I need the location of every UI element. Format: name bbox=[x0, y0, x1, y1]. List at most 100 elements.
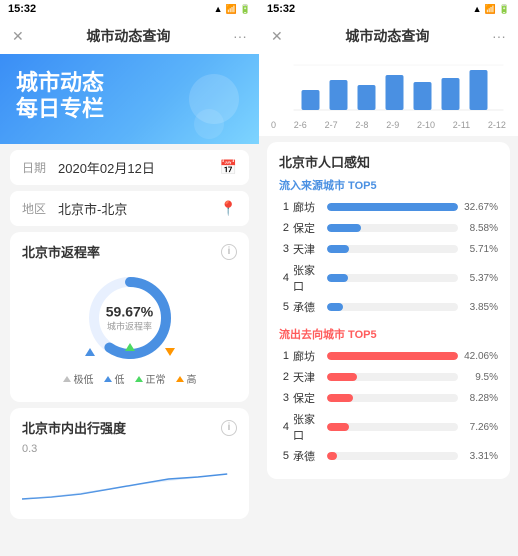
bar-track bbox=[327, 452, 458, 460]
more-icon[interactable]: ··· bbox=[233, 28, 247, 44]
bar-rank: 1 bbox=[279, 350, 289, 362]
legend-label-4: 高 bbox=[187, 371, 197, 386]
population-card: 北京市人口感知 流入来源城市 TOP5 1 廊坊 32.67% 2 保定 8.5… bbox=[267, 142, 510, 479]
outflow-bars: 1 廊坊 42.06% 2 天津 9.5% 3 保定 8.28% bbox=[279, 348, 498, 464]
right-scroll[interactable]: 0 2-6 2-7 2-8 2-9 2-10 2-11 2-12 北京市人口感知… bbox=[259, 54, 518, 556]
bar-value: 32.67% bbox=[462, 202, 498, 213]
legend-item-4: 高 bbox=[176, 371, 197, 386]
tri-top-center bbox=[125, 343, 135, 351]
legend-item-3: 正常 bbox=[135, 371, 166, 386]
region-field[interactable]: 地区 北京市-北京 📍 bbox=[10, 191, 249, 226]
bar-fill bbox=[327, 274, 348, 282]
axis-label-6: 2-11 bbox=[453, 120, 470, 130]
bar-track bbox=[327, 423, 458, 431]
bar-name: 廊坊 bbox=[293, 348, 323, 364]
bar-track bbox=[327, 394, 458, 402]
bar-row: 1 廊坊 32.67% bbox=[279, 199, 498, 215]
status-bar-left: 15:32 ▲ 📶 🔋 bbox=[0, 0, 259, 18]
axis-label-5: 2-10 bbox=[417, 120, 435, 130]
signal-icon-right: 📶 bbox=[485, 4, 496, 15]
bar-rank: 5 bbox=[279, 450, 289, 462]
bar-name: 承德 bbox=[293, 448, 323, 464]
bar-value: 3.31% bbox=[462, 451, 498, 462]
bar-value: 8.58% bbox=[462, 223, 498, 234]
bar-row: 5 承德 3.31% bbox=[279, 448, 498, 464]
bar-value: 42.06% bbox=[462, 351, 498, 362]
bar-fill bbox=[327, 352, 458, 360]
bar-name: 天津 bbox=[293, 369, 323, 385]
mobility-title: 北京市内出行强度 bbox=[22, 418, 126, 437]
donut-container: 59.67% 城市返程率 极低 bbox=[22, 267, 237, 392]
bar-row: 3 天津 5.71% bbox=[279, 241, 498, 257]
tri-bottom-right bbox=[165, 348, 175, 356]
donut-percent: 59.67% bbox=[106, 304, 153, 320]
mobility-card: 北京市内出行强度 i 0.3 bbox=[10, 408, 249, 519]
bar-fill bbox=[327, 423, 349, 431]
bar-value: 8.28% bbox=[462, 393, 498, 404]
bar-name: 天津 bbox=[293, 241, 323, 257]
bar-row: 3 保定 8.28% bbox=[279, 390, 498, 406]
header-left: ✕ 城市动态查询 ··· bbox=[0, 18, 259, 54]
date-label: 日期 bbox=[22, 159, 46, 176]
bar-track bbox=[327, 352, 458, 360]
bar-row: 4 张家口 5.37% bbox=[279, 262, 498, 294]
population-title: 北京市人口感知 bbox=[279, 152, 498, 171]
bar-name: 廊坊 bbox=[293, 199, 323, 215]
date-field[interactable]: 日期 2020年02月12日 📅 bbox=[10, 150, 249, 185]
bar-value: 5.37% bbox=[462, 273, 498, 284]
bar-fill bbox=[327, 452, 337, 460]
bar-value: 3.85% bbox=[462, 302, 498, 313]
more-icon-right[interactable]: ··· bbox=[492, 28, 506, 44]
bar-row: 1 廊坊 42.06% bbox=[279, 348, 498, 364]
return-rate-card: 北京市返程率 i 59.67% 城市返程率 bbox=[10, 232, 249, 402]
bar-rank: 1 bbox=[279, 201, 289, 213]
left-scroll[interactable]: 城市动态 每日专栏 日期 2020年02月12日 📅 地区 北京市-北京 📍 北… bbox=[0, 54, 259, 556]
bar-fill bbox=[327, 394, 353, 402]
donut-center: 59.67% 城市返程率 bbox=[106, 304, 153, 333]
tri-bottom-left bbox=[85, 348, 95, 356]
battery-icon-right: 🔋 bbox=[499, 4, 510, 15]
bar-name: 保定 bbox=[293, 220, 323, 236]
bar-rank: 3 bbox=[279, 243, 289, 255]
bar-track bbox=[327, 303, 458, 311]
axis-labels: 0 2-6 2-7 2-8 2-9 2-10 2-11 2-12 bbox=[269, 120, 508, 130]
legend-label-3: 正常 bbox=[146, 371, 166, 386]
axis-label-0: 0 bbox=[271, 120, 276, 130]
bar-row: 2 天津 9.5% bbox=[279, 369, 498, 385]
bar-track bbox=[327, 245, 458, 253]
wifi-icon: ▲ bbox=[214, 4, 223, 14]
bar-rank: 4 bbox=[279, 272, 289, 284]
close-icon-right[interactable]: ✕ bbox=[271, 28, 283, 45]
mobility-value: 0.3 bbox=[22, 443, 237, 455]
info-icon[interactable]: i bbox=[221, 244, 237, 260]
return-rate-title: 北京市返程率 bbox=[22, 242, 100, 261]
axis-label-4: 2-9 bbox=[386, 120, 399, 130]
inflow-subtitle: 流入来源城市 TOP5 bbox=[279, 177, 498, 193]
bar-fill bbox=[327, 203, 458, 211]
bar-row: 4 张家口 7.26% bbox=[279, 411, 498, 443]
bar-row: 5 承德 3.85% bbox=[279, 299, 498, 315]
axis-label-2: 2-7 bbox=[325, 120, 338, 130]
hero-banner: 城市动态 每日专栏 bbox=[0, 54, 259, 144]
time-left: 15:32 bbox=[8, 3, 36, 15]
header-title-right: 城市动态查询 bbox=[345, 26, 429, 46]
bar-rank: 2 bbox=[279, 222, 289, 234]
bar-name: 张家口 bbox=[293, 411, 323, 443]
bar-rank: 4 bbox=[279, 421, 289, 433]
bar-fill bbox=[327, 373, 357, 381]
bar-rank: 3 bbox=[279, 392, 289, 404]
donut-sub-label: 城市返程率 bbox=[106, 320, 153, 333]
close-icon[interactable]: ✕ bbox=[12, 28, 24, 45]
mobility-line-chart bbox=[22, 459, 237, 509]
bar-value: 7.26% bbox=[462, 422, 498, 433]
wifi-icon-right: ▲ bbox=[473, 4, 482, 14]
bar-track bbox=[327, 203, 458, 211]
axis-label-3: 2-8 bbox=[355, 120, 368, 130]
bar-value: 9.5% bbox=[462, 372, 498, 383]
bar-fill bbox=[327, 224, 361, 232]
inflow-bars: 1 廊坊 32.67% 2 保定 8.58% 3 天津 5.71% bbox=[279, 199, 498, 315]
top-bar-chart bbox=[269, 60, 508, 120]
mobility-info-icon[interactable]: i bbox=[221, 420, 237, 436]
calendar-icon: 📅 bbox=[220, 159, 237, 176]
bar-track bbox=[327, 373, 458, 381]
